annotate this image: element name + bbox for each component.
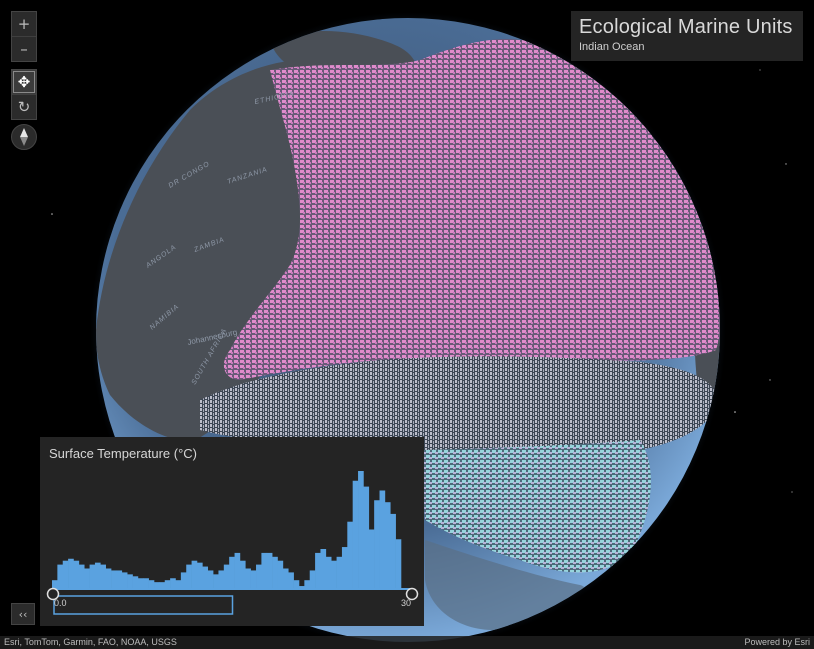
histogram-bar: [293, 580, 300, 588]
histogram-bar: [78, 564, 85, 588]
histogram-bar: [239, 560, 246, 588]
navigation-mode-controls: ✥ ↻: [11, 69, 37, 120]
histogram-bar: [175, 580, 182, 588]
histogram-bar: [154, 582, 160, 588]
histogram-bar: [374, 500, 380, 588]
histogram-bar: [73, 560, 80, 588]
attribution-text: Esri, TomTom, Garmin, FAO, NOAA, USGS: [4, 637, 177, 647]
app-subtitle: Indian Ocean: [579, 41, 645, 53]
histogram-bar: [363, 486, 370, 588]
histogram-bar: [320, 549, 327, 588]
histogram-bar: [390, 513, 396, 588]
histogram-bar: [223, 564, 230, 588]
histogram-bar: [207, 570, 214, 588]
histogram-bar: [331, 560, 337, 588]
histogram-bar: [298, 586, 305, 588]
histogram-bar: [288, 572, 294, 588]
histogram-bar: [250, 570, 257, 588]
histogram-chart: [46, 471, 419, 615]
histogram-bar: [62, 560, 69, 588]
powered-by-text[interactable]: Powered by Esri: [744, 636, 810, 649]
histogram-bar: [164, 580, 171, 588]
zoom-in-button[interactable]: +: [12, 12, 36, 36]
zoom-controls: + –: [11, 11, 37, 62]
histogram-bar: [202, 566, 209, 588]
histogram-bar: [304, 580, 311, 588]
histogram-bar: [272, 556, 278, 588]
histogram-bar: [379, 490, 386, 588]
histogram-bars: [52, 471, 402, 588]
histogram-bar: [68, 558, 74, 588]
rotate-button[interactable]: ↻: [12, 94, 36, 119]
histogram-bar: [196, 562, 203, 588]
histogram-bar: [186, 564, 192, 588]
histogram-bar: [170, 578, 176, 588]
histogram-bar: [315, 552, 321, 588]
histogram-bar: [347, 521, 353, 588]
histogram-bar: [191, 560, 198, 588]
histogram-bar: [245, 568, 251, 588]
histogram-bar: [358, 471, 364, 588]
compass-button[interactable]: [11, 124, 37, 150]
title-panel: Ecological Marine Units Indian Ocean: [571, 11, 803, 61]
histogram-bar: [234, 552, 241, 588]
histogram-panel: Surface Temperature (°C) 0.0 30: [40, 437, 424, 626]
histogram-bar: [143, 578, 149, 588]
slider-min-label: 0.0: [54, 598, 67, 608]
histogram-bar: [277, 560, 284, 588]
slider-selection[interactable]: [53, 595, 234, 615]
histogram-bar: [100, 564, 106, 588]
histogram-bar: [52, 580, 58, 588]
histogram-bar: [116, 570, 123, 588]
histogram-bar: [309, 570, 316, 588]
histogram-bar: [213, 574, 219, 588]
histogram-bar: [282, 568, 289, 588]
histogram-bar: [148, 580, 155, 588]
histogram-bar: [352, 480, 359, 588]
histogram-bar: [180, 572, 187, 588]
app-title: Ecological Marine Units: [579, 16, 793, 38]
histogram-bar: [137, 578, 144, 588]
histogram-bar: [89, 564, 96, 588]
histogram-bar: [57, 564, 64, 588]
zoom-out-button[interactable]: –: [12, 36, 36, 61]
histogram-bar: [384, 502, 391, 588]
histogram-bar: [256, 564, 262, 588]
histogram-title: Surface Temperature (°C): [49, 446, 198, 461]
pan-button[interactable]: ✥: [12, 70, 36, 94]
slider-max-label: 30: [401, 598, 412, 608]
histogram-bar: [121, 572, 128, 588]
histogram-bar: [341, 547, 348, 588]
compass-icon: [20, 128, 28, 146]
histogram-bar: [336, 556, 343, 588]
histogram-bar: [368, 529, 375, 588]
histogram-bar: [218, 570, 225, 588]
histogram-bar: [229, 556, 235, 588]
histogram-bar: [395, 539, 402, 588]
histogram-bar: [261, 552, 268, 588]
histogram-bar: [111, 570, 117, 588]
histogram-bar: [127, 574, 133, 588]
histogram-bar: [94, 562, 101, 588]
histogram-bar: [84, 568, 90, 588]
attribution-bar: Esri, TomTom, Garmin, FAO, NOAA, USGS Po…: [0, 636, 814, 649]
histogram-bar: [159, 582, 166, 588]
histogram-bar: [325, 556, 332, 588]
histogram-bar: [105, 568, 112, 588]
histogram-bar: [266, 552, 273, 588]
histogram-bar: [132, 576, 139, 588]
collapse-panel-button[interactable]: ‹‹: [11, 603, 35, 625]
